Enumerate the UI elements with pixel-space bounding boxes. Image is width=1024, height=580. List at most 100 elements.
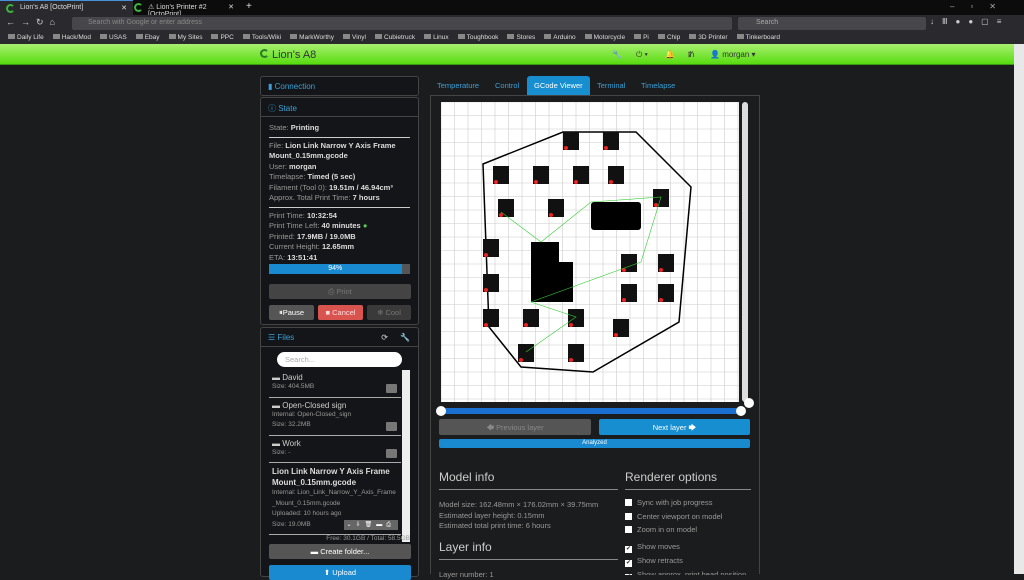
file-size: Size: 404.5MB	[272, 382, 398, 393]
bookmark[interactable]: Hack/Mod	[53, 34, 91, 44]
delete-icon[interactable]	[386, 384, 397, 393]
checkbox[interactable]	[625, 526, 632, 533]
bookmark[interactable]: Arduino	[544, 34, 575, 44]
refresh-icon[interactable]: ⟳	[381, 333, 388, 342]
renderer-option[interactable]: Center viewport on model	[625, 512, 751, 523]
command-slider-start-handle[interactable]	[436, 406, 446, 416]
renderer-option[interactable]: ✔Show moves	[625, 542, 751, 553]
renderer-option[interactable]: Zoom in on model	[625, 525, 751, 536]
user-menu[interactable]: 👤 morgan ▾	[710, 50, 756, 59]
layer-height: Estimated layer height: 0.15mm	[439, 511, 618, 522]
previous-layer-button[interactable]: 🡄 Previous layer	[439, 419, 591, 435]
wrench-icon[interactable]: 🔧	[612, 50, 622, 59]
nav-buttons-icon[interactable]: ←→↻⌂	[6, 17, 61, 28]
file-item[interactable]: ▬ DavidSize: 404.5MB	[269, 370, 401, 398]
retract-point	[524, 323, 528, 327]
retract-point	[534, 180, 538, 184]
command-slider[interactable]	[440, 408, 742, 414]
create-folder-button[interactable]: ▬ Create folder...	[269, 544, 411, 559]
bookmark[interactable]: Ebay	[136, 34, 160, 44]
print-button[interactable]: ⎙ Print	[269, 284, 411, 299]
browser-search[interactable]: Search	[738, 17, 926, 30]
delete-icon[interactable]	[386, 422, 397, 431]
state-row: State: Printing	[269, 123, 410, 134]
tab-control[interactable]: Control	[488, 76, 526, 95]
gcode-viewer-panel: 🡄 Previous layer Next layer 🡆 Analyzed M…	[430, 95, 760, 574]
file-item[interactable]: ▬ Open-Closed signInternal: Open-Closed_…	[269, 398, 401, 436]
file-actions[interactable]: ⌄⇩🗑▬⎙	[344, 520, 398, 530]
renderer-option[interactable]: Sync with job progress	[625, 498, 751, 509]
bookmark[interactable]: Vinyl	[343, 34, 366, 44]
files-search-input[interactable]: Search...	[277, 352, 402, 367]
connection-title: Connection	[275, 82, 315, 91]
delete-icon[interactable]	[386, 449, 397, 458]
bookmark[interactable]: Chip	[658, 34, 680, 44]
toolbar-icons[interactable]: ↓Ⅲ●●▢≡	[930, 17, 1009, 26]
new-tab-icon[interactable]: +	[246, 1, 252, 12]
file-name: Open-Closed sign	[282, 401, 346, 410]
bookmark[interactable]: 3D Printer	[689, 34, 727, 44]
upload-button[interactable]: ⬆ Upload	[269, 565, 411, 580]
cancel-button[interactable]: ■ Cancel	[318, 305, 363, 320]
octoprint-logo-icon	[260, 49, 269, 58]
status-dot-icon: ●	[363, 221, 368, 230]
checkbox[interactable]	[625, 499, 632, 506]
gcode-canvas[interactable]	[441, 102, 739, 402]
bookmark[interactable]: PPC	[211, 34, 233, 44]
renderer-option[interactable]: ✔Show approx. print head position	[625, 570, 751, 576]
retract-point	[569, 323, 573, 327]
retract-point	[484, 288, 488, 292]
bookmark[interactable]: USAS	[100, 34, 127, 44]
connection-header[interactable]: ▮ Connection	[261, 77, 418, 96]
state-body: State: Printing File: Lion Link Narrow Y…	[261, 117, 418, 274]
cool-button[interactable]: ❄ Cool	[367, 305, 411, 320]
file-list-scrollbar[interactable]	[402, 370, 410, 542]
bell-icon[interactable]: 🔔	[665, 50, 675, 59]
bookmark[interactable]: Pi	[634, 34, 649, 44]
files-header[interactable]: ☰ Files⟳🔧	[261, 328, 418, 347]
url-bar[interactable]: Search with Google or enter address	[72, 17, 732, 30]
tab-timelapse[interactable]: Timelapse	[634, 76, 682, 95]
bookmark[interactable]: MarkWorthy	[290, 34, 334, 44]
window-controls-icon[interactable]: –▫✕	[950, 2, 1012, 11]
bookmark[interactable]: My Sites	[169, 34, 203, 44]
bookmark[interactable]: Toughbook	[458, 34, 499, 44]
close-icon[interactable]: ✕	[121, 4, 127, 12]
next-layer-button[interactable]: Next layer 🡆	[599, 419, 750, 435]
state-header[interactable]: ⓘ State	[261, 98, 418, 117]
bookmark[interactable]: Cubietruck	[375, 34, 415, 44]
page-scrollbar[interactable]	[1014, 44, 1024, 574]
checkbox[interactable]: ✔	[625, 560, 632, 567]
tab-gcode-viewer[interactable]: GCode Viewer	[527, 76, 590, 95]
wrench-icon[interactable]: 🔧	[400, 333, 410, 342]
tab-temperature[interactable]: Temperature	[430, 76, 486, 95]
cancel-label: Cancel	[332, 308, 355, 317]
connection-panel[interactable]: ▮ Connection	[260, 76, 419, 96]
bookmark[interactable]: Daily Life	[8, 34, 44, 44]
layer-slider-handle[interactable]	[744, 398, 754, 408]
label: Printed:	[269, 232, 295, 241]
browser-tab[interactable]: Lion's A8 [OctoPrint]✕	[0, 0, 133, 15]
pause-button[interactable]: ⏸Pause	[269, 305, 314, 320]
brand[interactable]: Lion's A8	[260, 49, 316, 61]
renderer-option[interactable]: ✔Show retracts	[625, 556, 751, 567]
command-slider-end-handle[interactable]	[736, 406, 746, 416]
browser-tab[interactable]: ⚠ Lion's Printer #2 [OctoPrint]✕	[128, 0, 240, 15]
bookmark[interactable]: Tinkerboard	[737, 34, 780, 44]
checkbox[interactable]	[625, 513, 632, 520]
checkbox[interactable]: ✔	[625, 546, 632, 553]
bookmark[interactable]: Motorcycle	[585, 34, 625, 44]
file-item[interactable]: Lion Link Narrow Y Axis Frame Mount_0.15…	[269, 463, 401, 535]
tab-terminal[interactable]: Terminal	[590, 76, 632, 95]
bookmark[interactable]: Stores	[507, 34, 535, 44]
bookmark[interactable]: Linux	[424, 34, 449, 44]
option-label: Sync with job progress	[637, 498, 712, 507]
progress-bar: 94%	[269, 264, 410, 274]
approx-row: Approx. Total Print Time: 7 hours	[269, 193, 410, 204]
layer-slider[interactable]	[742, 102, 748, 402]
bookmark[interactable]: Tools/Wiki	[243, 34, 281, 44]
utensils-icon[interactable]: ᵺ	[688, 50, 694, 59]
power-icon[interactable]: ⏻ ▾	[636, 50, 648, 60]
file-item[interactable]: ▬ WorkSize: -	[269, 436, 401, 464]
close-icon[interactable]: ✕	[228, 3, 234, 11]
